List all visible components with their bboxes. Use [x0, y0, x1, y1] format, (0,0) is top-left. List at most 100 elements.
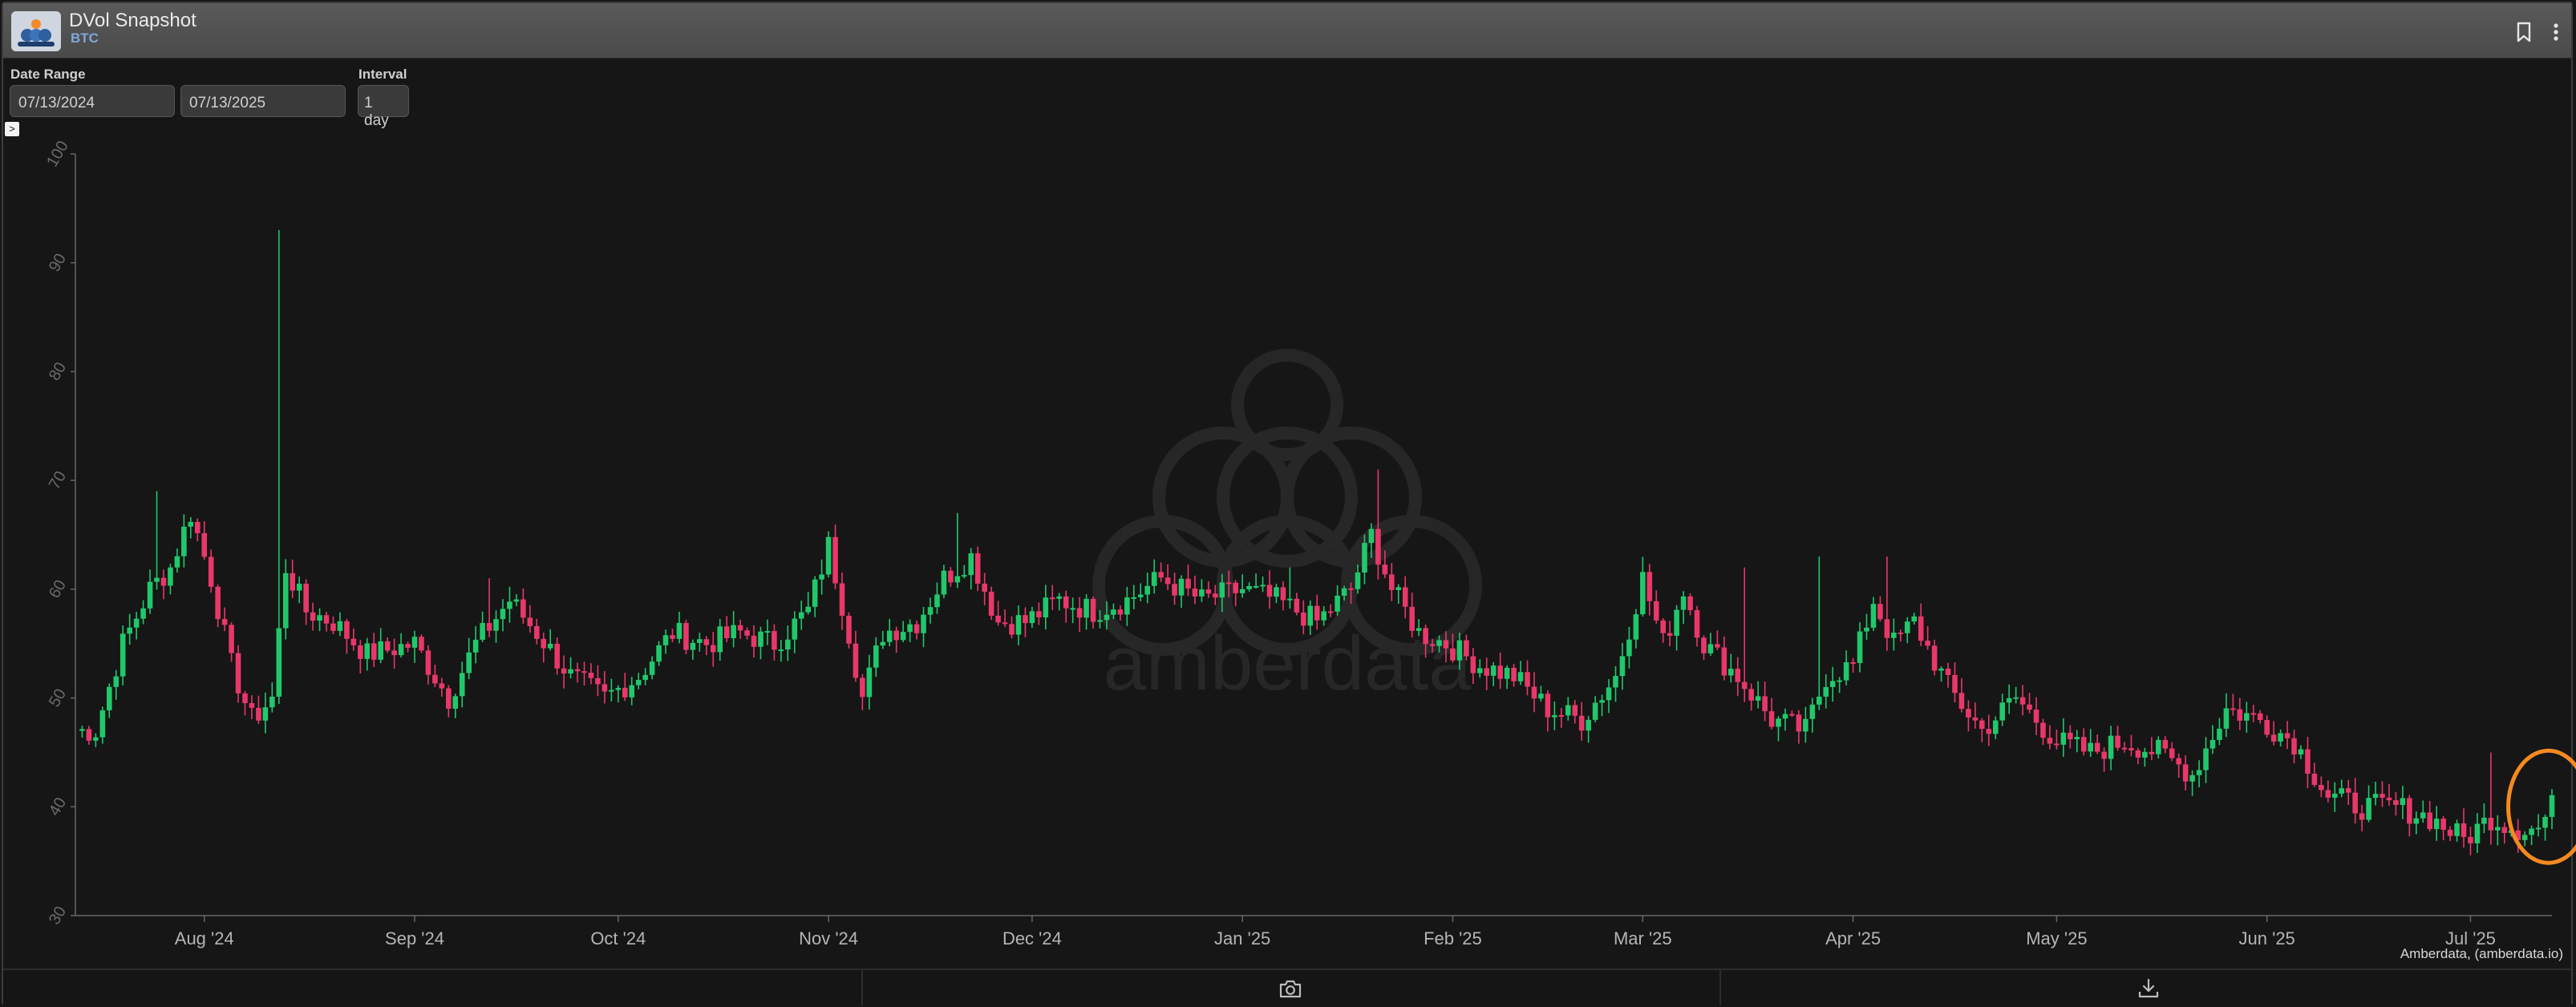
- candle-body: [1002, 622, 1008, 625]
- candle-body: [1164, 577, 1171, 584]
- candle: [1877, 596, 1883, 622]
- candle: [439, 677, 445, 698]
- candle: [1117, 605, 1124, 621]
- candle-body: [242, 693, 248, 703]
- candle: [2217, 718, 2222, 746]
- candle-body: [507, 601, 512, 609]
- candle-body: [2115, 735, 2120, 748]
- candle: [2495, 815, 2501, 846]
- candle: [1898, 629, 1904, 642]
- dvol-candlestick-chart[interactable]: amberdata 30 40 50 60 70 80 90 100 Aug '24 Sep '2…: [0, 0, 2576, 1007]
- candle-body: [2074, 737, 2080, 740]
- candle-body: [2135, 750, 2141, 758]
- candle-body: [1904, 621, 1910, 633]
- candle: [221, 607, 228, 632]
- candle-body: [256, 707, 261, 721]
- candle-body: [1680, 596, 1687, 610]
- candle-body: [1260, 584, 1266, 587]
- candle: [900, 621, 906, 643]
- candle: [1538, 685, 1544, 702]
- candle-body: [2162, 739, 2169, 749]
- candle-body: [480, 623, 485, 640]
- candle: [1674, 605, 1679, 651]
- candle-body: [635, 680, 642, 685]
- candle-body: [1525, 672, 1530, 687]
- candle-body: [968, 553, 974, 576]
- candle-body: [344, 621, 350, 639]
- candle: [2033, 697, 2039, 735]
- candle-body: [323, 615, 330, 624]
- candle-body: [2488, 817, 2494, 831]
- candle-body: [2359, 813, 2365, 820]
- candle-body: [2535, 827, 2542, 830]
- candle-body: [2352, 792, 2358, 814]
- candle: [744, 627, 750, 640]
- candle: [1239, 574, 1245, 598]
- candle-body: [2325, 790, 2331, 798]
- candle-body: [547, 643, 553, 649]
- candle: [792, 611, 798, 653]
- candle-body: [764, 631, 771, 633]
- candle-body: [1117, 609, 1124, 615]
- candle: [737, 619, 743, 639]
- candle: [1294, 592, 1300, 616]
- candle-body: [107, 686, 112, 710]
- candle-body: [2094, 742, 2100, 752]
- candle: [670, 629, 675, 643]
- candle-body: [1565, 705, 1571, 716]
- candle: [2319, 776, 2324, 798]
- candle-body: [2400, 798, 2406, 806]
- candle-body: [188, 521, 194, 527]
- candle-body: [574, 669, 581, 672]
- candle: [154, 491, 160, 590]
- candle-body: [168, 567, 173, 586]
- candle-body: [1694, 610, 1700, 638]
- candle-body: [2468, 836, 2473, 843]
- candle: [907, 619, 913, 642]
- candle-body: [948, 570, 954, 583]
- candle-body: [119, 633, 126, 677]
- candle-body: [1864, 627, 1869, 632]
- candle: [1945, 662, 1951, 688]
- candle: [1389, 563, 1395, 601]
- candle: [2339, 779, 2345, 798]
- candle-body: [2101, 751, 2107, 759]
- candle-body: [1606, 687, 1612, 701]
- candle-body: [290, 572, 296, 591]
- candle: [2413, 811, 2420, 835]
- candle-body: [1219, 582, 1225, 598]
- candle: [2074, 730, 2080, 753]
- candle: [561, 655, 567, 689]
- candle-body: [1266, 584, 1273, 597]
- camera-icon[interactable]: [1278, 978, 1302, 999]
- candle: [886, 618, 893, 647]
- candle-body: [1898, 633, 1904, 635]
- candle: [1837, 677, 1842, 694]
- candle: [1938, 666, 1944, 682]
- candle: [2128, 734, 2134, 757]
- candle: [1741, 567, 1748, 702]
- candle-body: [201, 533, 208, 557]
- candle: [249, 695, 255, 719]
- candle-body: [2339, 788, 2345, 794]
- candle: [1817, 556, 1822, 710]
- candle-body: [1009, 624, 1015, 635]
- candle: [2176, 753, 2181, 779]
- candle-body: [785, 639, 791, 650]
- candle: [2284, 721, 2290, 750]
- candle-body: [2393, 800, 2399, 806]
- candle-body: [792, 618, 798, 640]
- candle-body: [398, 644, 404, 656]
- candle-body: [1205, 589, 1212, 594]
- candle: [1728, 653, 1734, 683]
- candle-body: [656, 645, 662, 662]
- candle: [2108, 726, 2114, 770]
- candle-body: [2345, 788, 2351, 793]
- candle: [2162, 736, 2169, 754]
- candle-body: [1633, 614, 1639, 640]
- candle: [568, 657, 573, 679]
- candle: [1979, 718, 1985, 742]
- candle: [486, 578, 492, 637]
- download-icon[interactable]: [2137, 978, 2161, 999]
- candle-body: [1246, 585, 1252, 589]
